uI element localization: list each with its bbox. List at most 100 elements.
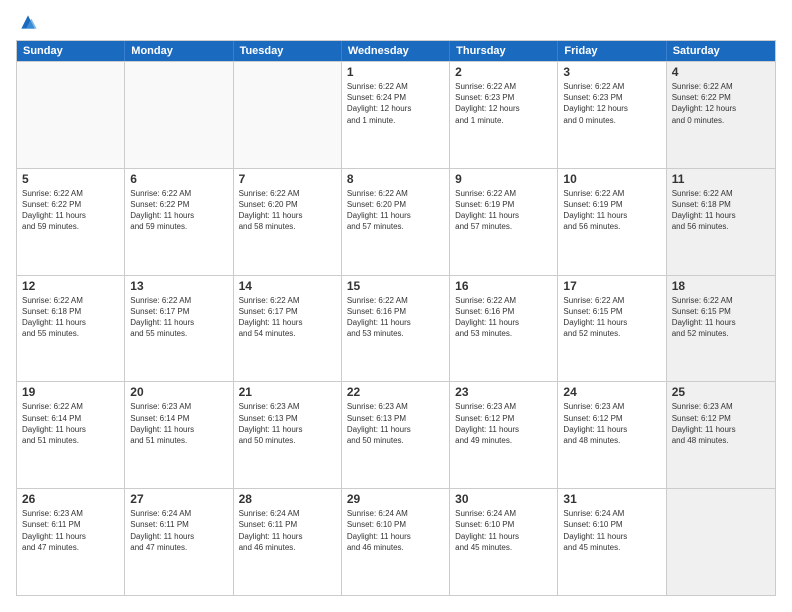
calendar-cell — [234, 62, 342, 168]
calendar-header: SundayMondayTuesdayWednesdayThursdayFrid… — [17, 41, 775, 61]
day-number: 18 — [672, 279, 770, 293]
cell-text: Sunrise: 6:22 AMSunset: 6:20 PMDaylight:… — [239, 188, 336, 233]
cell-text: Sunrise: 6:24 AMSunset: 6:11 PMDaylight:… — [239, 508, 336, 553]
header-day-thursday: Thursday — [450, 41, 558, 61]
calendar-cell: 16Sunrise: 6:22 AMSunset: 6:16 PMDayligh… — [450, 276, 558, 382]
day-number: 17 — [563, 279, 660, 293]
calendar-cell: 12 Sunrise: 6:22 AMSunset: 6:18 PMDayligh… — [17, 276, 125, 382]
calendar-cell: 21 Sunrise: 6:23 AMSunset: 6:13 PMDayligh… — [234, 382, 342, 488]
calendar-cell — [667, 489, 775, 595]
day-number: 26 — [22, 492, 119, 506]
day-number: 10 — [563, 172, 660, 186]
calendar-cell: 30 Sunrise: 6:24 AMSunset: 6:10 PMDayligh… — [450, 489, 558, 595]
calendar-cell: 25Sunrise: 6:23 AMSunset: 6:12 PMDayligh… — [667, 382, 775, 488]
day-number: 14 — [239, 279, 336, 293]
page: SundayMondayTuesdayWednesdayThursdayFrid… — [0, 0, 792, 612]
calendar-cell — [125, 62, 233, 168]
calendar-row-2: 12 Sunrise: 6:22 AMSunset: 6:18 PMDayligh… — [17, 275, 775, 382]
day-number: 21 — [239, 385, 336, 399]
cell-text: Sunrise: 6:22 AMSunset: 6:22 PMDaylight:… — [130, 188, 227, 233]
day-number: 2 — [455, 65, 552, 79]
calendar: SundayMondayTuesdayWednesdayThursdayFrid… — [16, 40, 776, 596]
calendar-cell: 29 Sunrise: 6:24 AMSunset: 6:10 PMDayligh… — [342, 489, 450, 595]
calendar-cell: 9 Sunrise: 6:22 AMSunset: 6:19 PMDaylight… — [450, 169, 558, 275]
day-number: 1 — [347, 65, 444, 79]
calendar-cell: 24Sunrise: 6:23 AMSunset: 6:12 PMDayligh… — [558, 382, 666, 488]
calendar-cell: 11 Sunrise: 6:22 AMSunset: 6:18 PMDayligh… — [667, 169, 775, 275]
cell-text: Sunrise: 6:22 AMSunset: 6:15 PMDaylight:… — [672, 295, 770, 340]
header-day-tuesday: Tuesday — [234, 41, 342, 61]
cell-text: Sunrise: 6:24 AMSunset: 6:10 PMDaylight:… — [347, 508, 444, 553]
day-number: 9 — [455, 172, 552, 186]
day-number: 20 — [130, 385, 227, 399]
day-number: 30 — [455, 492, 552, 506]
day-number: 11 — [672, 172, 770, 186]
cell-text: Sunrise: 6:22 AMSunset: 6:23 PMDaylight:… — [563, 81, 660, 126]
cell-text: Sunrise: 6:22 AMSunset: 6:14 PMDaylight:… — [22, 401, 119, 446]
logo-icon — [18, 12, 38, 32]
day-number: 31 — [563, 492, 660, 506]
logo — [16, 16, 38, 32]
cell-text: Sunrise: 6:23 AMSunset: 6:13 PMDaylight:… — [347, 401, 444, 446]
calendar-cell: 22 Sunrise: 6:23 AMSunset: 6:13 PMDayligh… — [342, 382, 450, 488]
cell-text: Sunrise: 6:22 AMSunset: 6:19 PMDaylight:… — [455, 188, 552, 233]
day-number: 13 — [130, 279, 227, 293]
day-number: 7 — [239, 172, 336, 186]
header-day-saturday: Saturday — [667, 41, 775, 61]
header-day-sunday: Sunday — [17, 41, 125, 61]
day-number: 28 — [239, 492, 336, 506]
day-number: 22 — [347, 385, 444, 399]
day-number: 29 — [347, 492, 444, 506]
day-number: 25 — [672, 385, 770, 399]
cell-text: Sunrise: 6:22 AMSunset: 6:22 PMDaylight:… — [672, 81, 770, 126]
calendar-cell: 6Sunrise: 6:22 AMSunset: 6:22 PMDaylight… — [125, 169, 233, 275]
header-day-friday: Friday — [558, 41, 666, 61]
cell-text: Sunrise: 6:23 AMSunset: 6:12 PMDaylight:… — [455, 401, 552, 446]
calendar-row-1: 5 Sunrise: 6:22 AMSunset: 6:22 PMDaylight… — [17, 168, 775, 275]
calendar-cell: 3Sunrise: 6:22 AMSunset: 6:23 PMDaylight… — [558, 62, 666, 168]
calendar-cell: 14 Sunrise: 6:22 AMSunset: 6:17 PMDayligh… — [234, 276, 342, 382]
cell-text: Sunrise: 6:24 AMSunset: 6:11 PMDaylight:… — [130, 508, 227, 553]
day-number: 19 — [22, 385, 119, 399]
cell-text: Sunrise: 6:24 AMSunset: 6:10 PMDaylight:… — [455, 508, 552, 553]
calendar-cell: 1 Sunrise: 6:22 AMSunset: 6:24 PMDaylight… — [342, 62, 450, 168]
calendar-cell: 2Sunrise: 6:22 AMSunset: 6:23 PMDaylight… — [450, 62, 558, 168]
cell-text: Sunrise: 6:23 AMSunset: 6:14 PMDaylight:… — [130, 401, 227, 446]
cell-text: Sunrise: 6:22 AMSunset: 6:24 PMDaylight:… — [347, 81, 444, 126]
calendar-cell: 27 Sunrise: 6:24 AMSunset: 6:11 PMDayligh… — [125, 489, 233, 595]
header — [16, 16, 776, 32]
cell-text: Sunrise: 6:22 AMSunset: 6:17 PMDaylight:… — [239, 295, 336, 340]
calendar-row-4: 26 Sunrise: 6:23 AMSunset: 6:11 PMDayligh… — [17, 488, 775, 595]
cell-text: Sunrise: 6:22 AMSunset: 6:17 PMDaylight:… — [130, 295, 227, 340]
cell-text: Sunrise: 6:22 AMSunset: 6:20 PMDaylight:… — [347, 188, 444, 233]
cell-text: Sunrise: 6:22 AMSunset: 6:19 PMDaylight:… — [563, 188, 660, 233]
cell-text: Sunrise: 6:22 AMSunset: 6:16 PMDaylight:… — [347, 295, 444, 340]
calendar-row-3: 19 Sunrise: 6:22 AMSunset: 6:14 PMDayligh… — [17, 381, 775, 488]
calendar-cell: 4Sunrise: 6:22 AMSunset: 6:22 PMDaylight… — [667, 62, 775, 168]
cell-text: Sunrise: 6:22 AMSunset: 6:16 PMDaylight:… — [455, 295, 552, 340]
day-number: 27 — [130, 492, 227, 506]
calendar-cell: 31Sunrise: 6:24 AMSunset: 6:10 PMDayligh… — [558, 489, 666, 595]
day-number: 24 — [563, 385, 660, 399]
day-number: 15 — [347, 279, 444, 293]
calendar-cell: 20 Sunrise: 6:23 AMSunset: 6:14 PMDayligh… — [125, 382, 233, 488]
calendar-cell: 26 Sunrise: 6:23 AMSunset: 6:11 PMDayligh… — [17, 489, 125, 595]
calendar-cell: 17Sunrise: 6:22 AMSunset: 6:15 PMDayligh… — [558, 276, 666, 382]
day-number: 12 — [22, 279, 119, 293]
cell-text: Sunrise: 6:23 AMSunset: 6:11 PMDaylight:… — [22, 508, 119, 553]
calendar-cell: 23 Sunrise: 6:23 AMSunset: 6:12 PMDayligh… — [450, 382, 558, 488]
cell-text: Sunrise: 6:22 AMSunset: 6:18 PMDaylight:… — [672, 188, 770, 233]
day-number: 23 — [455, 385, 552, 399]
calendar-cell: 8Sunrise: 6:22 AMSunset: 6:20 PMDaylight… — [342, 169, 450, 275]
calendar-cell: 15 Sunrise: 6:22 AMSunset: 6:16 PMDayligh… — [342, 276, 450, 382]
header-day-monday: Monday — [125, 41, 233, 61]
calendar-cell: 10 Sunrise: 6:22 AMSunset: 6:19 PMDayligh… — [558, 169, 666, 275]
day-number: 5 — [22, 172, 119, 186]
calendar-cell: 5Sunrise: 6:22 AMSunset: 6:22 PMDaylight… — [17, 169, 125, 275]
cell-text: Sunrise: 6:23 AMSunset: 6:13 PMDaylight:… — [239, 401, 336, 446]
calendar-row-0: 1 Sunrise: 6:22 AMSunset: 6:24 PMDaylight… — [17, 61, 775, 168]
cell-text: Sunrise: 6:22 AMSunset: 6:18 PMDaylight:… — [22, 295, 119, 340]
calendar-cell: 18 Sunrise: 6:22 AMSunset: 6:15 PMDayligh… — [667, 276, 775, 382]
calendar-cell — [17, 62, 125, 168]
calendar-cell: 13 Sunrise: 6:22 AMSunset: 6:17 PMDayligh… — [125, 276, 233, 382]
